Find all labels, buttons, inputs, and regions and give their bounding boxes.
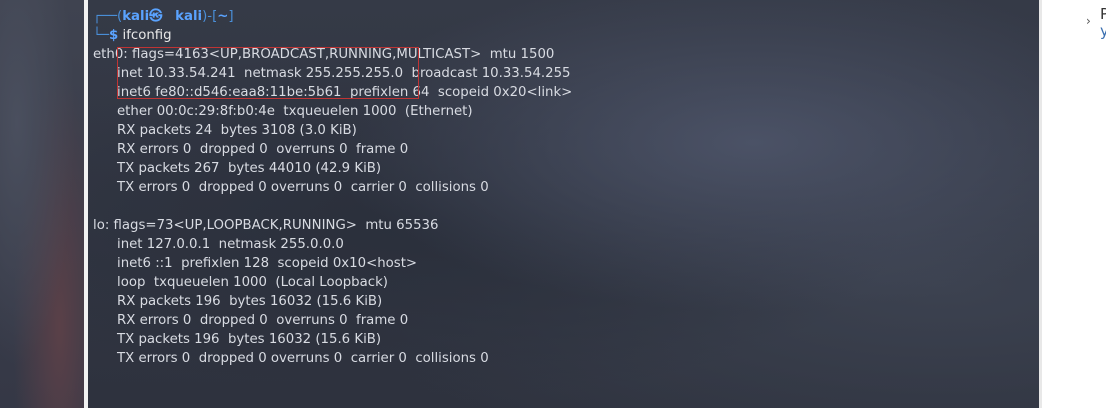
prompt-line-1: ┌──(kali㉿ kali)-[~] [93,8,234,26]
output-eth0-rx-packets: RX packets 24 bytes 3108 (3.0 KiB) [117,123,357,138]
prompt-box-open: ┌──( [93,9,123,24]
output-lo-inet6: inet6 ::1 prefixlen 128 scopeid 0x10<hos… [117,256,418,271]
output-lo-loop: loop txqueuelen 1000 (Local Loopback) [117,275,388,290]
output-lo-header: lo: flags=73<UP,LOOPBACK,RUNNING> mtu 65… [93,218,439,233]
right-side-panel [1042,0,1106,408]
output-eth0-tx-packets: TX packets 267 bytes 44010 (42.9 KiB) [117,161,382,176]
prompt-line-2: └─$ ifconfig [93,27,172,45]
prompt-dollar: $ [109,28,119,43]
prompt-second-prefix: └─ [93,28,110,43]
right-panel-text: P y [1100,6,1106,40]
output-eth0-tx-errors: TX errors 0 dropped 0 overruns 0 carrier… [117,180,489,195]
output-lo-rx-errors: RX errors 0 dropped 0 overruns 0 frame 0 [117,313,409,328]
prompt-gap [162,9,175,24]
right-panel-text-line2: y [1100,22,1106,40]
right-panel-text-line1: P [1100,5,1106,23]
left-background-panel [0,0,85,408]
output-lo-rx-packets: RX packets 196 bytes 16032 (15.6 KiB) [117,294,383,309]
output-lo-tx-packets: TX packets 196 bytes 16032 (15.6 KiB) [117,332,382,347]
command-text: ifconfig [122,28,172,43]
highlight-annotation-box [117,47,419,99]
prompt-cwd: ~ [217,9,229,24]
chevron-right-icon[interactable]: › [1086,14,1091,28]
output-eth0-rx-errors: RX errors 0 dropped 0 overruns 0 frame 0 [117,142,409,157]
output-lo-tx-errors: TX errors 0 dropped 0 overruns 0 carrier… [117,351,489,366]
output-lo-inet: inet 127.0.0.1 netmask 255.0.0.0 [117,237,344,252]
prompt-host: kali [175,9,203,24]
prompt-close: )-[ [202,9,218,24]
prompt-user: kali㉿ [122,9,163,24]
output-eth0-ether: ether 00:0c:29:8f:b0:4e txqueuelen 1000 … [117,104,473,119]
prompt-end: ] [228,9,234,24]
